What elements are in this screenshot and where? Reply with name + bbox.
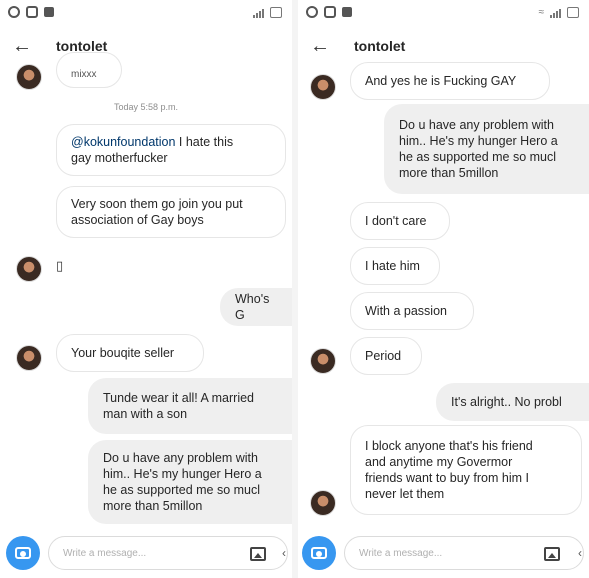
arrow-left-icon[interactable]: ← (310, 34, 330, 58)
battery-icon (567, 7, 579, 18)
sent-message-bubble: Do u have any problem with him.. He's my… (384, 104, 589, 194)
sent-message-bubble: It's alright.. No probl (436, 383, 589, 421)
sent-message-bubble: Do u have any problem with him.. He's my… (88, 440, 292, 524)
instagram-icon (324, 6, 336, 18)
image-icon[interactable] (250, 547, 266, 561)
message-bubble: With a passion (350, 292, 474, 330)
message-bubble-partial: mixxx (56, 52, 122, 88)
camera-icon (311, 547, 327, 559)
avatar[interactable] (310, 74, 336, 100)
whatsapp-icon (8, 6, 20, 18)
message-composer: Write a message... ‹ (302, 532, 589, 572)
chat-screenshot-right: ≈ ← tontolet And yes he is Fucking GAY D… (298, 0, 589, 578)
timestamp: Today 5:58 p.m. (113, 102, 179, 112)
signal-icon (550, 8, 562, 18)
notification-icon (44, 7, 54, 17)
message-composer: Write a message... ‹ (6, 532, 292, 572)
camera-button[interactable] (6, 536, 40, 570)
avatar[interactable] (310, 348, 336, 374)
more-icon[interactable]: ‹ (578, 546, 582, 560)
message-bubble: Period (350, 337, 422, 375)
notification-icon (342, 7, 352, 17)
message-bubble: @kokunfoundation I hate this gay motherf… (56, 124, 286, 176)
instagram-icon (26, 6, 38, 18)
message-bubble: I hate him (350, 247, 440, 285)
chat-screenshot-left: ← tontolet mixxx Today 5:58 p.m. @kokunf… (0, 0, 292, 578)
chat-title: tontolet (354, 38, 406, 54)
battery-icon (270, 7, 282, 18)
status-bar: ≈ (298, 0, 589, 26)
arrow-left-icon[interactable]: ← (12, 34, 32, 58)
status-bar (0, 0, 292, 26)
mention-link[interactable]: @kokunfoundation (71, 135, 175, 149)
emoji-placeholder: ▯ (56, 258, 64, 273)
message-bubble: I block anyone that's his friend and any… (350, 425, 582, 515)
chat-header: ← tontolet (298, 30, 589, 64)
message-bubble: And yes he is Fucking GAY (350, 62, 550, 100)
camera-button[interactable] (302, 536, 336, 570)
whatsapp-icon (306, 6, 318, 18)
camera-icon (15, 547, 31, 559)
chat-header: ← tontolet (0, 30, 292, 64)
message-bubble: I don't care (350, 202, 450, 240)
avatar[interactable] (16, 256, 42, 282)
sent-message-bubble: Tunde wear it all! A married man with a … (88, 378, 292, 434)
wifi-icon: ≈ (538, 7, 545, 18)
image-icon[interactable] (544, 547, 560, 561)
avatar[interactable] (16, 345, 42, 371)
avatar[interactable] (16, 64, 42, 90)
avatar[interactable] (310, 490, 336, 516)
message-bubble: Your bouqite seller (56, 334, 204, 372)
more-icon[interactable]: ‹ (282, 546, 286, 560)
message-bubble: Very soon them go join you put associati… (56, 186, 286, 238)
sent-message-bubble: Who's G (220, 288, 292, 326)
signal-icon (253, 8, 265, 18)
